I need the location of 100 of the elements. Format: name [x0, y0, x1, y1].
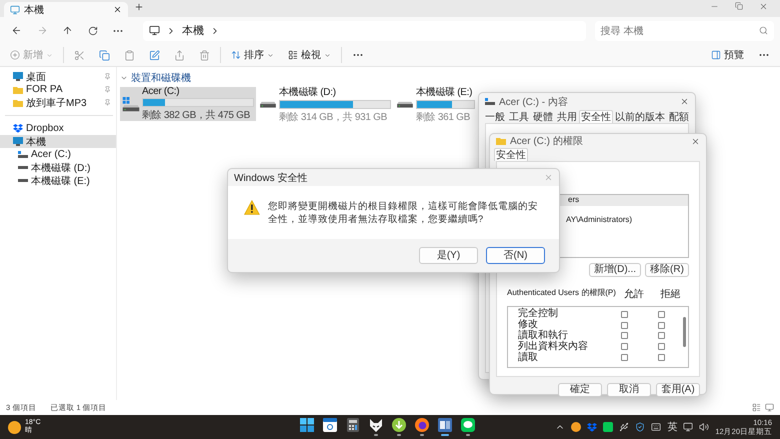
dialog-tab[interactable]: 共用: [555, 110, 579, 123]
group-title: 裝置和磁碟機: [131, 72, 191, 85]
sidebar-item[interactable]: FOR PA: [0, 83, 116, 96]
deny-checkbox[interactable]: [658, 343, 665, 350]
add-button[interactable]: 新增(D)...: [588, 263, 641, 277]
taskbar-button[interactable]: [436, 416, 454, 438]
sidebar-item[interactable]: 放到車子MP3: [0, 96, 116, 109]
pin-icon: [104, 99, 111, 106]
remove-button[interactable]: 移除(R): [645, 263, 689, 277]
drive-icon: [259, 99, 277, 109]
dialog-tab[interactable]: 一般: [483, 110, 507, 123]
warning-icon: [244, 200, 260, 215]
deny-checkbox[interactable]: [658, 310, 665, 318]
taskbar-button[interactable]: [413, 416, 431, 438]
sidebar-item[interactable]: Acer (C:): [0, 148, 116, 161]
list-header: ers: [568, 195, 580, 204]
allow-checkbox[interactable]: [621, 343, 628, 350]
taskbar-button[interactable]: [367, 416, 385, 438]
system-drive-icon: [485, 98, 495, 105]
rename-icon: [149, 50, 160, 60]
system-drive-icon: [122, 96, 140, 112]
taskbar-button[interactable]: [390, 416, 408, 438]
deny-checkbox[interactable]: [658, 354, 665, 362]
pin-icon: [104, 86, 111, 93]
download-icon: [392, 418, 406, 432]
app-window-icon: [438, 418, 452, 432]
dialog-button[interactable]: 否(N): [486, 247, 545, 264]
dropbox-icon: [587, 422, 598, 432]
permission-name: 讀取: [518, 352, 539, 363]
drive-tile[interactable]: Acer (C:) 剩餘 382 GB，共 475 GB: [120, 87, 256, 121]
close-icon: [544, 173, 553, 182]
cat-icon: [369, 418, 383, 432]
allow-checkbox[interactable]: [621, 332, 628, 340]
view-button[interactable]: 檢視: [284, 46, 335, 64]
window-tab[interactable]: 本機: [4, 2, 128, 17]
dialog-tab[interactable]: 配額: [667, 110, 691, 123]
close-icon: [759, 2, 768, 11]
permission-name: 修改: [518, 320, 538, 330]
window-title: Acer (C:) - 內容: [499, 96, 569, 108]
dialog-tab[interactable]: 安全性: [494, 148, 528, 161]
allow-checkbox[interactable]: [621, 322, 628, 329]
preview-button[interactable]: 預覽: [707, 46, 748, 64]
permission-name: 完全控制: [518, 309, 559, 320]
list-view-icon: [288, 50, 298, 60]
dialog-tab[interactable]: 工具: [507, 110, 531, 123]
calendar-icon: [323, 418, 337, 432]
drive-tile[interactable]: 本機磁碟 (D:) 剩餘 314 GB，共 931 GB: [257, 87, 393, 121]
sidebar-item[interactable]: 本機磁碟 (D:): [0, 161, 116, 174]
drive-tile[interactable]: 本機磁碟 (E:) 剩餘 361 GB: [394, 87, 477, 121]
dialog-button[interactable]: 是(Y): [419, 247, 478, 264]
user-name[interactable]: AY\Administrators): [566, 215, 632, 224]
browser-icon: [415, 418, 429, 432]
dialog-tab[interactable]: 安全性: [579, 110, 613, 123]
volume-icon: [699, 422, 710, 432]
caret-icon: [324, 52, 331, 58]
forward-icon: [36, 25, 48, 36]
input-method[interactable]: 英: [667, 420, 678, 434]
collapse-icon: [120, 74, 128, 82]
windows-logo-icon: [300, 418, 314, 432]
restore-icon: [735, 2, 743, 10]
close-icon: [691, 136, 700, 146]
allow-checkbox[interactable]: [621, 310, 628, 318]
sidebar-item[interactable]: Dropbox: [0, 122, 116, 135]
sidebar-item[interactable]: 桌面: [0, 70, 116, 83]
sort-icon: [231, 50, 241, 60]
pin-icon: [104, 73, 111, 80]
drive-name: Acer (C:): [142, 86, 180, 97]
system-drive-icon: [18, 151, 28, 158]
dialog-title: Windows 安全性: [234, 172, 308, 184]
drive-space: 剩餘 314 GB，共 931 GB: [279, 110, 388, 124]
deny-checkbox[interactable]: [658, 322, 665, 329]
address-bar[interactable]: 本機: [142, 20, 586, 40]
permissions-label: Authenticated Users 的權限(P): [507, 287, 616, 299]
up-arrow-icon: [62, 25, 73, 36]
dialog-tab[interactable]: 以前的版本: [613, 110, 667, 123]
dialog-tab[interactable]: 硬體: [531, 110, 555, 123]
taskbar-button[interactable]: [459, 416, 477, 438]
shield-icon: [635, 422, 646, 432]
search-field[interactable]: 搜尋 本機: [594, 20, 774, 40]
app-icon[interactable]: [571, 422, 582, 432]
deny-checkbox[interactable]: [658, 332, 665, 340]
sort-button[interactable]: 排序: [227, 46, 278, 64]
allow-checkbox[interactable]: [621, 354, 628, 362]
dialog-button[interactable]: 取消: [607, 383, 651, 397]
dialog-button[interactable]: 確定: [558, 383, 602, 397]
details-view-icon: [752, 403, 761, 412]
dialog-button[interactable]: 套用(A): [656, 383, 700, 397]
close-icon: [680, 97, 689, 106]
scrollbar-thumb[interactable]: [682, 317, 686, 347]
preview-pane-icon: [711, 50, 721, 60]
sidebar-item[interactable]: 本機: [0, 135, 116, 148]
sidebar-item[interactable]: 本機磁碟 (E:): [0, 174, 116, 187]
scissors-icon: [74, 50, 85, 60]
breadcrumb[interactable]: 本機: [182, 23, 204, 38]
usb-icon: [619, 422, 630, 432]
dialog-message: 您即將變更開機磁片的根目錄權限，這樣可能會降低電腦的安全性，並導致使用者無法存取檔案，您要繼續嗎?: [268, 200, 539, 226]
copy-icon: [99, 50, 110, 60]
column-header: 拒絕: [660, 288, 682, 301]
drive-name: 本機磁碟 (E:): [416, 86, 474, 98]
calculator-icon: [347, 418, 359, 432]
